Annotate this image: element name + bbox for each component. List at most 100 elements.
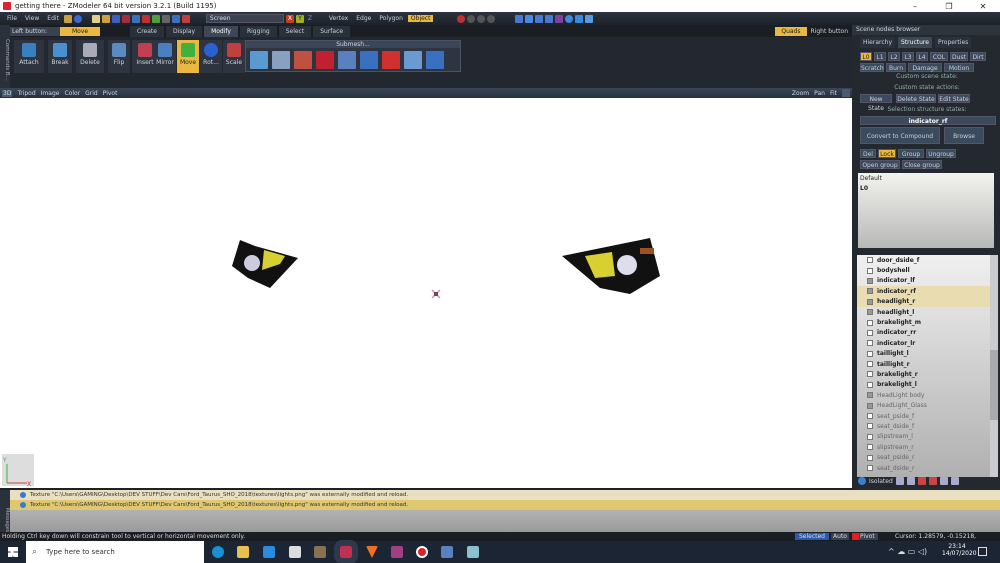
axis-y-toggle[interactable]: Y xyxy=(295,14,304,23)
tree-node[interactable]: slipstream_r xyxy=(857,442,990,452)
submesh-tool-icon[interactable] xyxy=(338,51,356,69)
torus-icon[interactable] xyxy=(575,14,584,23)
winrar-icon[interactable] xyxy=(391,546,403,558)
viewport-pivot[interactable]: Pivot xyxy=(103,90,118,97)
node-checkbox[interactable] xyxy=(867,329,873,336)
convert-to-compound-button[interactable]: Convert to Compound xyxy=(860,127,940,144)
viewport-tripod[interactable]: Tripod xyxy=(17,90,35,97)
tree-node[interactable]: indicator_lf xyxy=(857,276,990,286)
tool-rotate[interactable]: Rot... xyxy=(200,40,222,73)
taskbar-search-input[interactable]: Type here to search xyxy=(26,541,204,563)
node-checkbox[interactable] xyxy=(867,392,873,399)
isolate-icon[interactable] xyxy=(858,477,866,485)
mail-icon[interactable] xyxy=(263,546,275,558)
node-checkbox[interactable] xyxy=(867,444,873,451)
app-icon[interactable] xyxy=(441,546,453,558)
view-box-icon[interactable] xyxy=(535,14,544,23)
tree-node[interactable]: bodyshell xyxy=(857,265,990,275)
viewport-menu-chevron-icon[interactable] xyxy=(842,89,850,97)
tree-node[interactable]: brakelight_m xyxy=(857,317,990,327)
tree-node[interactable]: headlight_r xyxy=(857,296,990,307)
tree-node[interactable]: headlight_l xyxy=(857,307,990,317)
zmodeler-taskbar-icon[interactable] xyxy=(334,540,358,563)
tool-break[interactable]: Break xyxy=(48,40,72,73)
view-cone-icon[interactable] xyxy=(525,14,534,23)
submesh-tool-icon[interactable] xyxy=(360,51,378,69)
node-checkbox[interactable] xyxy=(867,371,873,378)
node-checkbox[interactable] xyxy=(867,309,873,316)
grid-icon[interactable] xyxy=(161,14,170,23)
tree-node[interactable]: brakelight_r xyxy=(857,369,990,379)
anim-icon[interactable] xyxy=(487,14,496,23)
anim-icon[interactable] xyxy=(477,14,486,23)
submesh-label[interactable]: Submesh... xyxy=(246,41,460,48)
level-scratch-button[interactable]: Scratch xyxy=(860,63,884,72)
delete-icon[interactable] xyxy=(121,14,130,23)
tree-tool-icon[interactable] xyxy=(939,477,948,485)
node-checkbox[interactable] xyxy=(867,277,873,284)
tree-node[interactable]: seat_dside_f xyxy=(857,421,990,431)
delete-state-button[interactable]: Delete State xyxy=(896,94,936,103)
clock[interactable]: 23:14 14/07/2020 xyxy=(942,543,977,557)
level-l0-button[interactable]: L0 xyxy=(860,52,872,61)
tree-tool-icon[interactable] xyxy=(906,477,915,485)
group-button[interactable]: Group xyxy=(898,149,924,158)
menu-edit[interactable]: Edit xyxy=(44,15,62,22)
node-checkbox[interactable] xyxy=(867,423,873,430)
material-icon[interactable] xyxy=(555,14,564,23)
system-tray-icons[interactable]: ^ ☁ ▭ ◁) xyxy=(888,547,927,556)
edit-state-button[interactable]: Edit State xyxy=(938,94,970,103)
mode-object[interactable]: Object xyxy=(407,15,434,22)
ungroup-button[interactable]: Ungroup xyxy=(926,149,956,158)
open-file-icon[interactable] xyxy=(101,14,110,23)
app-icon[interactable] xyxy=(314,546,326,558)
node-checkbox[interactable] xyxy=(867,340,873,347)
tree-tool-icon[interactable] xyxy=(950,477,959,485)
tree-node[interactable]: seat_pside_f xyxy=(857,411,990,421)
tree-node[interactable]: seat_pside_r xyxy=(857,452,990,462)
sphere-icon[interactable] xyxy=(565,14,574,23)
record-icon[interactable] xyxy=(457,14,466,23)
del-button[interactable]: Del xyxy=(860,149,876,158)
app-icon[interactable] xyxy=(467,546,479,558)
level-l3-button[interactable]: L3 xyxy=(902,52,914,61)
viewport-image[interactable]: Image xyxy=(41,90,60,97)
tab-surface[interactable]: Surface xyxy=(313,25,351,37)
start-windows-icon[interactable] xyxy=(8,547,18,557)
node-checkbox[interactable] xyxy=(867,319,873,326)
tree-node[interactable]: slipstream_l xyxy=(857,432,990,442)
view-plane-icon[interactable] xyxy=(515,14,524,23)
obs-icon[interactable] xyxy=(416,546,428,558)
new-file-icon[interactable] xyxy=(91,14,100,23)
pivot-marker-icon[interactable] xyxy=(431,289,441,299)
headlight-left-mesh[interactable] xyxy=(232,240,298,288)
coordinate-system-select[interactable]: Screen xyxy=(205,14,284,23)
tree-scrollbar[interactable] xyxy=(990,255,998,477)
tree-node[interactable]: indicator_rf xyxy=(857,286,990,297)
tool-scale[interactable]: Scale xyxy=(223,40,245,73)
close-group-button[interactable]: Close group xyxy=(902,160,942,169)
mode-edge[interactable]: Edge xyxy=(353,15,374,22)
snapshot-icon[interactable] xyxy=(181,14,190,23)
render-icon[interactable] xyxy=(151,14,160,23)
node-checkbox[interactable] xyxy=(867,402,873,409)
undo-icon[interactable] xyxy=(131,14,140,23)
save-icon[interactable] xyxy=(111,14,120,23)
mode-polygon[interactable]: Polygon xyxy=(376,15,406,22)
tool-mirror[interactable]: Mirror xyxy=(154,40,176,73)
tree-node[interactable]: HeadLight body xyxy=(857,390,990,400)
selected-toggle[interactable]: Selected xyxy=(795,533,829,540)
level-l1-button[interactable]: L1 xyxy=(874,52,886,61)
node-checkbox[interactable] xyxy=(867,257,873,264)
left-button-select[interactable]: Left button: xyxy=(10,26,60,36)
right-button-select[interactable]: Right button xyxy=(807,28,853,35)
node-checkbox[interactable] xyxy=(867,361,873,368)
level-l2-button[interactable]: L2 xyxy=(888,52,900,61)
tree-node[interactable]: door_dside_f xyxy=(857,255,990,265)
viewport-color[interactable]: Color xyxy=(64,90,80,97)
messages-side-tab[interactable]: Messages xyxy=(0,490,10,533)
restore-button[interactable]: ❐ xyxy=(932,2,966,11)
node-checkbox[interactable] xyxy=(867,433,873,440)
edge-browser-icon[interactable] xyxy=(212,546,224,558)
object-icon[interactable] xyxy=(585,14,594,23)
